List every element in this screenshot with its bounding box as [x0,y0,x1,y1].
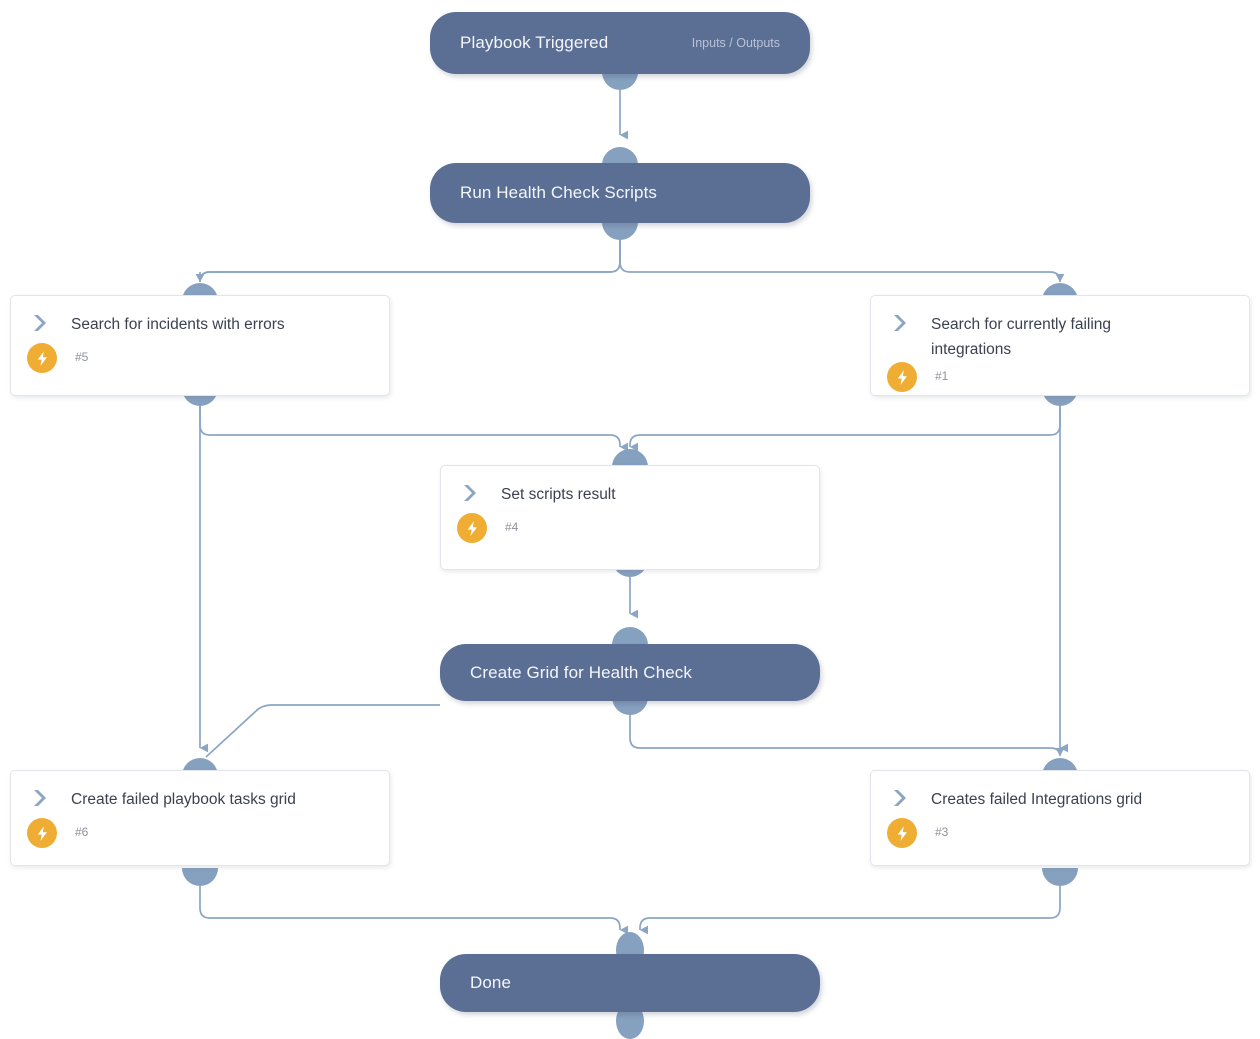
workflow-canvas[interactable]: Playbook Triggered Inputs / Outputs Run … [0,0,1260,1039]
card-header: Create failed playbook tasks grid [11,771,389,812]
card-header: Search for incidents with errors [11,296,389,337]
edge-failed-integrations-to-done [639,884,1061,935]
node-title: Run Health Check Scripts [460,183,658,202]
inputs-outputs-label[interactable]: Inputs / Outputs [692,36,780,50]
port-in-create-grid[interactable] [612,627,648,645]
edge-run-to-integrations [619,230,1069,287]
port-out-failed-tasks[interactable] [182,868,218,886]
edge-incidents-to-set-result [199,404,628,452]
card-title: Search for currently failing integration… [931,316,1112,358]
chevron-right-icon [893,789,909,807]
task-id: #4 [505,520,519,534]
edge-create-grid-to-failed-integrations [629,712,1069,761]
card-title: Create failed playbook tasks grid [71,791,296,808]
chevron-right-icon [463,484,479,502]
card-footer: #3 [871,812,1249,862]
edge-create-grid-to-failed-tasks [205,704,440,758]
edge-run-to-incidents [199,230,621,287]
lightning-bolt-icon [27,343,57,373]
task-id: #6 [75,825,89,839]
node-create-grid[interactable]: Create Grid for Health Check [440,644,820,701]
node-playbook-triggered[interactable]: Playbook Triggered Inputs / Outputs [430,12,810,74]
task-id: #1 [935,369,949,383]
card-title: Set scripts result [501,486,616,503]
port-out-failed-integrations[interactable] [1042,868,1078,886]
lightning-bolt-icon [887,362,917,392]
node-done[interactable]: Done [440,954,820,1012]
node-search-integrations[interactable]: Search for currently failing integration… [870,295,1250,396]
edge-failed-tasks-to-done [199,884,628,935]
chevron-right-icon [33,314,49,332]
task-id: #3 [935,825,949,839]
node-title: Done [470,973,512,992]
port-out-run[interactable] [602,222,638,240]
node-title: Playbook Triggered [460,33,609,52]
lightning-bolt-icon [27,818,57,848]
task-id: #5 [75,350,89,364]
card-footer: #1 [871,362,1249,406]
card-header: Set scripts result [441,466,819,507]
card-footer: #6 [11,812,389,862]
chevron-right-icon [893,314,909,332]
node-search-incidents[interactable]: Search for incidents with errors #5 [10,295,390,396]
card-footer: #4 [441,507,819,557]
lightning-bolt-icon [457,513,487,543]
card-footer: #5 [11,337,389,387]
edge-integrations-to-set-result [629,404,1061,452]
port-out-start[interactable] [602,72,638,90]
card-title: Creates failed Integrations grid [931,791,1143,808]
node-failed-tasks-grid[interactable]: Create failed playbook tasks grid #6 [10,770,390,866]
node-failed-integrations-grid[interactable]: Creates failed Integrations grid #3 [870,770,1250,866]
node-set-scripts-result[interactable]: Set scripts result #4 [440,465,820,570]
card-title: Search for incidents with errors [71,316,285,333]
lightning-bolt-icon [887,818,917,848]
node-run-health-check[interactable]: Run Health Check Scripts [430,163,810,223]
card-header: Search for currently failing integration… [871,296,1249,362]
node-title: Create Grid for Health Check [470,662,692,682]
edge-run-to-incidents-a [199,230,621,283]
card-header: Creates failed Integrations grid [871,771,1249,812]
chevron-right-icon [33,789,49,807]
